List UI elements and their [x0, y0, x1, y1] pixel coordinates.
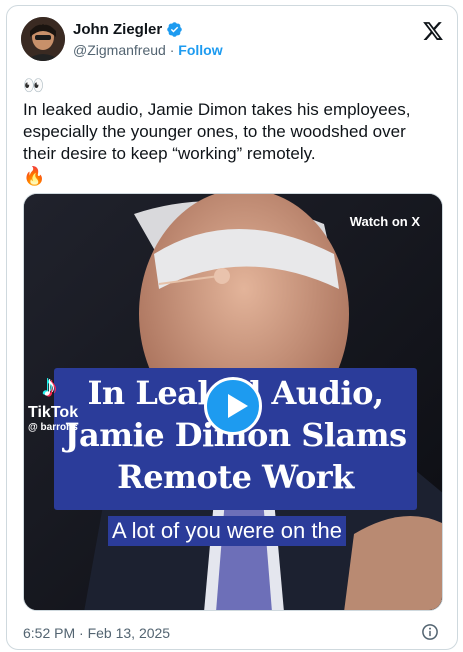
x-logo-icon[interactable]	[422, 20, 444, 42]
follow-button[interactable]: Follow	[178, 42, 222, 58]
tweet-card: John Ziegler @Zigmanfreud · Follow 👀 In …	[6, 5, 458, 650]
tweet-text: In leaked audio, Jamie Dimon takes his e…	[23, 100, 411, 163]
watch-on-x-link[interactable]: Watch on X	[350, 214, 420, 229]
eyes-emoji: 👀	[23, 76, 45, 95]
avatar[interactable]	[21, 17, 65, 61]
tiktok-icon: ♪	[42, 370, 57, 403]
play-icon[interactable]	[204, 377, 262, 435]
video-caption: A lot of you were on the	[108, 516, 346, 546]
author-handle-row: @Zigmanfreud · Follow	[73, 42, 223, 58]
tweet-timestamp[interactable]: 6:52 PM · Feb 13, 2025	[23, 625, 170, 641]
author-name-row: John Ziegler	[73, 21, 183, 38]
info-icon[interactable]	[421, 623, 439, 641]
separator-dot: ·	[169, 42, 175, 58]
verified-badge-icon	[167, 22, 182, 37]
avatar-image	[21, 17, 65, 61]
tiktok-label: TikTok	[28, 404, 79, 421]
headline-line: Remote Work	[117, 458, 354, 496]
tiktok-watermark: ♪ TikTok @ barrons	[28, 372, 78, 434]
author-name[interactable]: John Ziegler	[73, 21, 162, 38]
fire-emoji: 🔥	[23, 166, 46, 186]
author-handle[interactable]: @Zigmanfreud	[73, 42, 166, 58]
tiktok-username: @ barrons	[28, 422, 78, 433]
video-player[interactable]: Watch on X In Leaked Audio, Jamie Dimon …	[23, 193, 443, 611]
